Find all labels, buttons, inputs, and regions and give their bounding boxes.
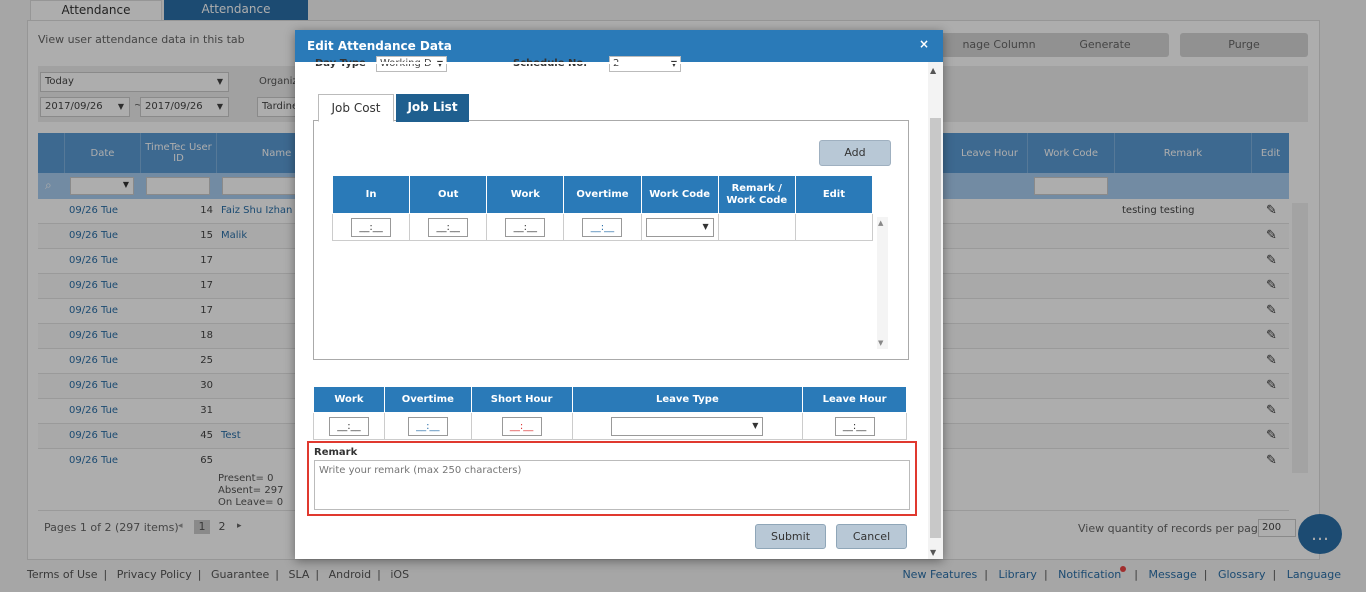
chevron-down-icon: ▼: [752, 420, 759, 430]
job-header-work: Work: [486, 175, 565, 214]
scroll-up-icon[interactable]: ▲: [930, 66, 936, 75]
overtime-input[interactable]: __:__: [407, 416, 448, 436]
remark-section: Remark: [307, 441, 917, 516]
edit-attendance-modal: Edit Attendance Data × Day Type Working …: [295, 30, 943, 559]
job-header-remark: Remark / Work Code: [717, 175, 796, 214]
scroll-mask: [295, 62, 928, 64]
job-overtime-input[interactable]: __:__: [582, 217, 623, 237]
chevron-down-icon: ▼: [702, 221, 709, 231]
schedule-no-select[interactable]: 2▼: [609, 56, 681, 72]
job-table-scrollbar[interactable]: ▲ ▼: [877, 217, 888, 349]
submit-button[interactable]: Submit: [755, 524, 826, 549]
job-panel: Add In Out Work Overtime Work Code Remar…: [313, 120, 909, 360]
short-hour-input[interactable]: __:__: [501, 416, 542, 436]
job-header-edit: Edit: [794, 175, 874, 214]
leave-hour-input[interactable]: __:__: [834, 416, 875, 436]
job-out-time-input[interactable]: __:__: [428, 217, 469, 237]
summary-header-short-hour: Short Hour: [470, 386, 573, 413]
day-type-select[interactable]: Working D▼: [376, 56, 447, 72]
close-icon[interactable]: ×: [919, 37, 929, 51]
tab-job-cost[interactable]: Job Cost: [318, 94, 394, 122]
job-edit-cell: [794, 213, 874, 241]
scroll-down-icon[interactable]: ▼: [878, 339, 883, 347]
tab-job-list[interactable]: Job List: [396, 94, 469, 122]
add-job-button[interactable]: Add: [819, 140, 891, 166]
modal-scroll-thumb[interactable]: [930, 118, 941, 538]
job-remark-cell: [717, 213, 796, 241]
job-header-out: Out: [409, 175, 488, 214]
job-work-time-input[interactable]: __:__: [505, 217, 546, 237]
summary-header-overtime: Overtime: [383, 386, 472, 413]
summary-header-work: Work: [313, 386, 385, 413]
chevron-down-icon: ▼: [671, 57, 677, 71]
cancel-button[interactable]: Cancel: [836, 524, 907, 549]
scroll-up-icon[interactable]: ▲: [878, 219, 883, 227]
remark-label: Remark: [314, 447, 358, 458]
chevron-down-icon: ▼: [437, 57, 443, 71]
job-header-overtime: Overtime: [563, 175, 642, 214]
job-header-in: In: [331, 175, 411, 214]
summary-header-leave-hour: Leave Hour: [802, 386, 907, 413]
job-header-work-code: Work Code: [640, 175, 719, 214]
modal-title: Edit Attendance Data: [307, 39, 452, 53]
summary-table: Work Overtime Short Hour Leave Type Leav…: [313, 386, 907, 440]
modal-scrollbar[interactable]: ▲ ▼: [928, 62, 943, 559]
job-in-time-input[interactable]: __:__: [351, 217, 392, 237]
work-hours-input[interactable]: __:__: [328, 416, 369, 436]
scroll-down-icon[interactable]: ▼: [930, 548, 936, 557]
leave-type-select[interactable]: ▼: [611, 416, 764, 436]
summary-header-leave-type: Leave Type: [571, 386, 804, 413]
job-table: In Out Work Overtime Work Code Remark / …: [331, 175, 874, 241]
job-work-code-select[interactable]: ▼: [645, 217, 714, 237]
remark-textarea[interactable]: [314, 460, 910, 510]
